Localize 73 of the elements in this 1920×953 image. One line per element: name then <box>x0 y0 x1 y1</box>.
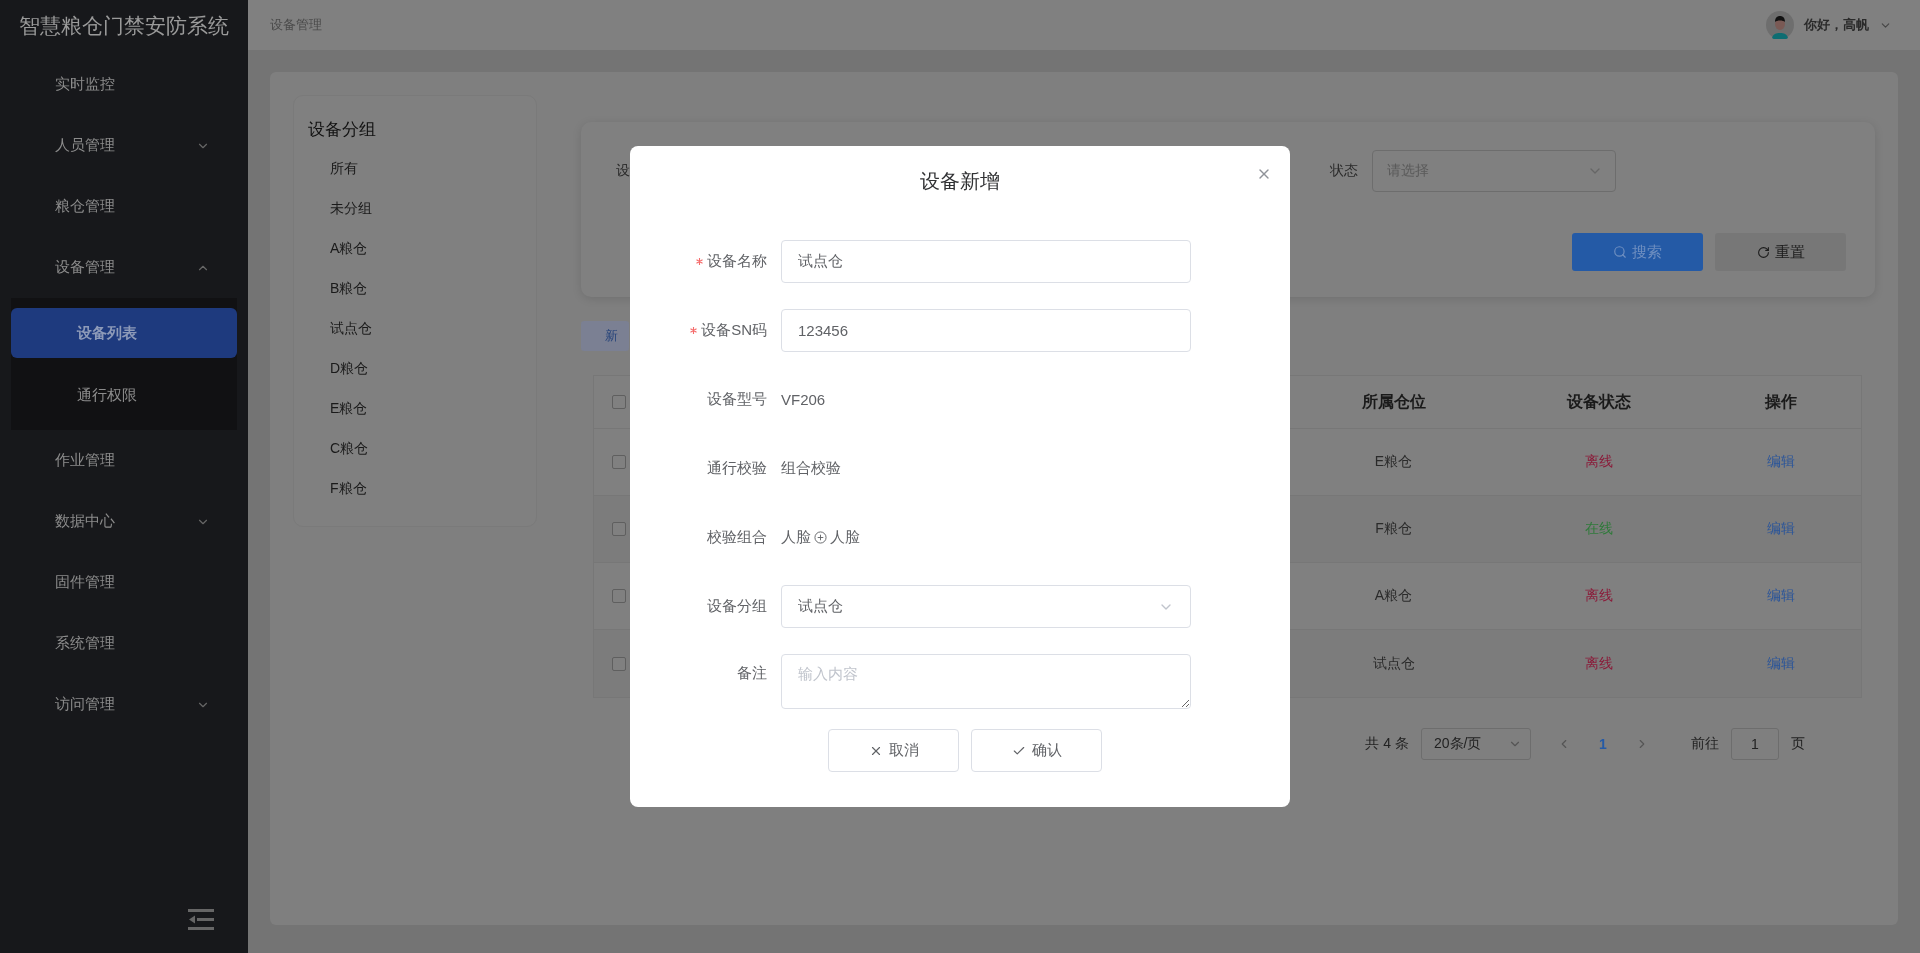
table-cell-text: A粮仓 <box>1373 587 1414 605</box>
status-text: 离线 <box>1583 453 1614 471</box>
form-value: 人脸 <box>781 528 811 547</box>
column-header: 设备状态 <box>1565 391 1632 412</box>
dialog-title: 设备新增 <box>920 168 1000 194</box>
form-value: 组合校验 <box>781 459 841 478</box>
form-label: 校验组合 <box>707 528 767 547</box>
menu-item[interactable]: 访问管理 <box>0 674 248 735</box>
group-item[interactable]: 试点仓 <box>308 309 536 349</box>
group-item[interactable]: E粮仓 <box>308 389 536 429</box>
menu-item[interactable]: 数据中心 <box>0 491 248 552</box>
form-label: 设备SN码 <box>701 321 767 340</box>
form-value: VF206 <box>781 391 826 408</box>
form-label: 设备名称 <box>707 252 767 271</box>
collapse-menu-icon[interactable] <box>188 909 214 931</box>
circled-plus-icon <box>814 531 827 544</box>
text-input[interactable]: 试点仓 <box>781 240 1191 283</box>
group-item[interactable]: C粮仓 <box>308 429 536 469</box>
panel-title: 设备分组 <box>308 119 377 141</box>
table-cell-text: F粮仓 <box>1374 520 1413 538</box>
form-label: 通行校验 <box>707 459 767 478</box>
required-asterisk-icon <box>696 258 703 265</box>
status-text: 离线 <box>1583 654 1614 673</box>
textarea-field[interactable]: 输入内容 <box>781 654 1191 709</box>
text-input[interactable]: 123456 <box>781 309 1191 352</box>
select-field[interactable]: 试点仓 <box>781 585 1191 628</box>
group-item[interactable]: 未分组 <box>308 189 536 229</box>
form-label: 设备型号 <box>707 390 767 409</box>
submenu-item[interactable]: 通行权限 <box>11 370 237 420</box>
checkbox[interactable] <box>612 589 626 603</box>
menu-item[interactable]: 实时监控 <box>0 54 248 115</box>
group-item[interactable]: 所有 <box>308 149 536 189</box>
menu-item[interactable]: 固件管理 <box>0 552 248 613</box>
search-icon <box>1613 245 1627 259</box>
checkbox[interactable] <box>612 656 626 671</box>
cancel-button[interactable]: 取消 <box>828 729 959 772</box>
refresh-icon <box>1756 245 1770 259</box>
status-text: 离线 <box>1583 587 1614 605</box>
required-asterisk-icon <box>690 327 698 334</box>
total-count: 共 4 条 <box>1365 735 1409 753</box>
table-cell-text: 试点仓 <box>1371 654 1416 673</box>
form-value: 人脸 <box>830 528 860 547</box>
page-suffix: 页 <box>1791 735 1805 753</box>
group-item[interactable]: A粮仓 <box>308 229 536 269</box>
page-input[interactable]: 1 <box>1731 728 1779 760</box>
status-text: 在线 <box>1583 520 1614 538</box>
menu-item[interactable]: 粮仓管理 <box>0 176 248 237</box>
menu-item[interactable]: 设备管理 <box>0 237 248 298</box>
add-button[interactable]: 新 <box>581 321 629 351</box>
page-size-select[interactable]: 20条/页 <box>1421 728 1531 760</box>
filter-label: 设 <box>616 162 630 180</box>
avatar-icon <box>1766 11 1794 39</box>
group-item[interactable]: B粮仓 <box>308 269 536 309</box>
checkbox[interactable] <box>612 455 626 469</box>
column-header: 操作 <box>1763 391 1798 412</box>
checkbox[interactable] <box>612 395 626 409</box>
menu-item[interactable]: 作业管理 <box>0 430 248 491</box>
filter-label: 状态 <box>1330 162 1358 180</box>
app-title: 智慧粮仓门禁安防系统 <box>18 13 230 39</box>
confirm-button[interactable]: 确认 <box>971 729 1102 772</box>
reset-button[interactable]: 重置 <box>1715 233 1846 271</box>
submenu-item[interactable]: 设备列表 <box>11 308 237 358</box>
goto-label: 前往 <box>1691 735 1719 753</box>
table-cell-text: E粮仓 <box>1373 453 1414 471</box>
group-item[interactable]: F粮仓 <box>308 469 536 509</box>
user-greeting: 你好，高帆 <box>1804 16 1869 34</box>
form-label: 设备分组 <box>707 597 767 616</box>
menu-item[interactable]: 系统管理 <box>0 613 248 674</box>
column-header: 所属仓位 <box>1360 391 1427 412</box>
form-label: 备注 <box>737 664 767 683</box>
group-item[interactable]: D粮仓 <box>308 349 536 389</box>
checkbox[interactable] <box>612 522 626 536</box>
menu-item[interactable]: 人员管理 <box>0 115 248 176</box>
